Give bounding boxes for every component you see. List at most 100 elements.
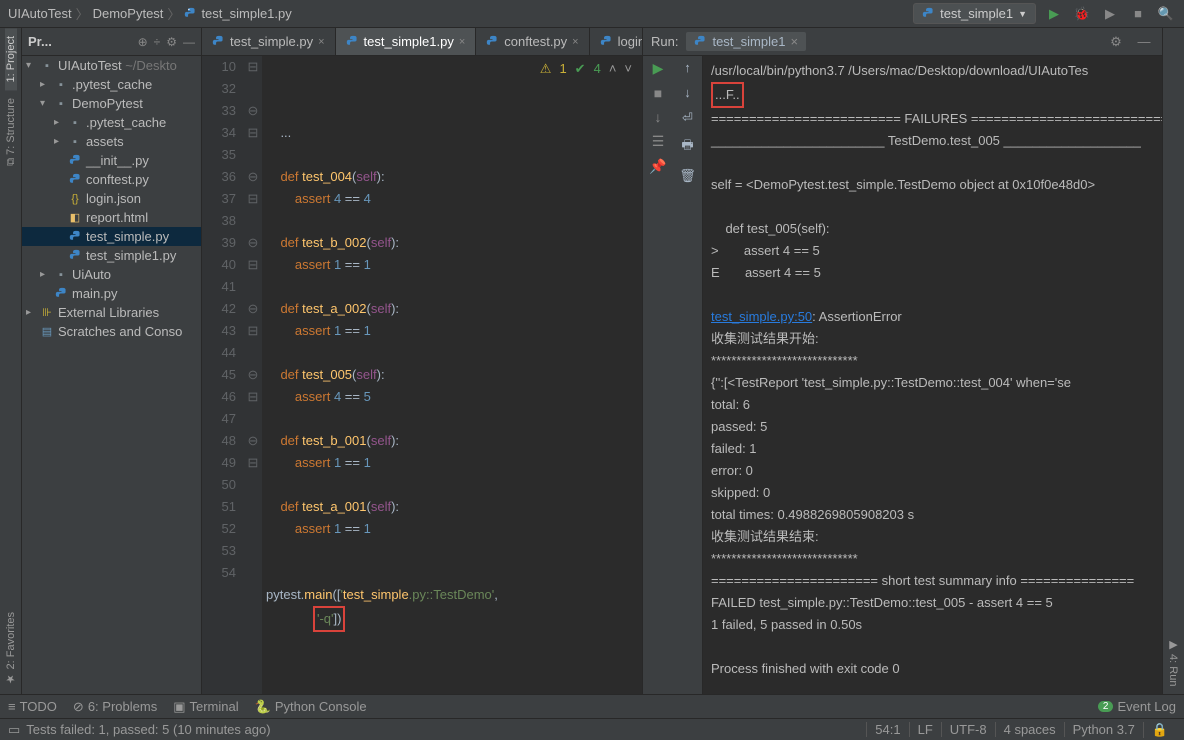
chevron-right-icon: 〉 bbox=[167, 4, 180, 23]
tree-item[interactable]: {}login.json bbox=[22, 189, 201, 208]
breadcrumb[interactable]: UIAutoTest 〉 DemoPytest 〉 test_simple1.p… bbox=[8, 4, 292, 23]
favorites-tool-tab[interactable]: ★ 2: Favorites bbox=[4, 604, 17, 694]
trash-icon[interactable]: 🗑 bbox=[679, 168, 696, 184]
down-arrow-icon[interactable]: ↓ bbox=[684, 85, 691, 100]
folder-icon: ▪ bbox=[68, 135, 82, 149]
tree-item[interactable]: ▸▪UiAuto bbox=[22, 265, 201, 284]
up-arrow-icon[interactable]: ↑ bbox=[684, 60, 691, 75]
line-gutter[interactable]: 1032333435363738394041424344454647484950… bbox=[202, 56, 244, 694]
check-icon: ✔ bbox=[575, 58, 586, 80]
tree-item[interactable]: ▸▪assets bbox=[22, 132, 201, 151]
layout-icon[interactable]: ☰ bbox=[652, 133, 665, 150]
tree-arrow[interactable]: ▾ bbox=[40, 98, 50, 109]
stop-icon[interactable]: ■ bbox=[654, 85, 662, 101]
expand-icon[interactable]: ÷ bbox=[154, 35, 161, 49]
event-log-tab[interactable]: 2 Event Log bbox=[1098, 699, 1176, 714]
editor-tab[interactable]: login.json× bbox=[590, 28, 642, 55]
inspections-widget[interactable]: ⚠1 ✔4 ˄ ˅ bbox=[540, 58, 632, 80]
tree-item-label: test_simple1.py bbox=[86, 248, 176, 263]
scratch-icon: ▤ bbox=[40, 325, 54, 339]
editor-tab[interactable]: test_simple.py× bbox=[202, 28, 336, 55]
tree-arrow[interactable]: ▾ bbox=[26, 60, 36, 71]
editor-area: test_simple.py×test_simple1.py×conftest.… bbox=[202, 28, 642, 694]
gutter-marks[interactable]: ⊟ ⊖⊟ ⊖⊟ ⊖⊟ ⊖⊟ ⊖⊟ ⊖⊟ bbox=[244, 56, 262, 694]
down-icon[interactable]: ˅ bbox=[624, 58, 632, 80]
tree-item[interactable]: test_simple.py bbox=[22, 227, 201, 246]
python-icon bbox=[922, 7, 935, 20]
tab-label: test_simple1.py bbox=[364, 34, 454, 49]
run-tab[interactable]: test_simple1 × bbox=[686, 32, 806, 51]
run-toolbar-1: ▶ ■ ↓ ☰ 📌 bbox=[643, 56, 673, 694]
close-icon[interactable]: × bbox=[318, 36, 324, 48]
gear-icon[interactable]: ⚙ bbox=[1106, 32, 1126, 52]
breadcrumb-file[interactable]: test_simple1.py bbox=[201, 6, 291, 21]
tree-item[interactable]: ▸▪.pytest_cache bbox=[22, 75, 201, 94]
tree-item[interactable]: test_simple1.py bbox=[22, 246, 201, 265]
run-tool-tab[interactable]: ▶ 4: Run bbox=[1167, 630, 1180, 694]
code-area[interactable]: ⚠1 ✔4 ˄ ˅ ... def test_004(self): assert… bbox=[262, 56, 642, 694]
project-tree[interactable]: ▾▪UIAutoTest ~/Deskto▸▪.pytest_cache▾▪De… bbox=[22, 56, 201, 694]
python-file-icon bbox=[68, 249, 82, 263]
search-icon[interactable]: 🔍 bbox=[1156, 4, 1176, 24]
structure-tool-tab[interactable]: ⧉ 7: Structure bbox=[5, 90, 17, 174]
wrap-icon[interactable]: ⏎ bbox=[682, 110, 693, 126]
print-icon[interactable]: 🖶 bbox=[681, 136, 693, 158]
indent[interactable]: 4 spaces bbox=[995, 722, 1064, 737]
top-breadcrumb-bar: UIAutoTest 〉 DemoPytest 〉 test_simple1.p… bbox=[0, 0, 1184, 28]
close-icon[interactable]: × bbox=[459, 36, 465, 48]
tree-item[interactable]: ▾▪DemoPytest bbox=[22, 94, 201, 113]
hide-icon[interactable]: — bbox=[183, 35, 195, 49]
tree-item[interactable]: conftest.py bbox=[22, 170, 201, 189]
status-message: Tests failed: 1, passed: 5 (10 minutes a… bbox=[26, 722, 866, 737]
editor-body[interactable]: 1032333435363738394041424344454647484950… bbox=[202, 56, 642, 694]
gear-icon[interactable]: ⚙ bbox=[166, 35, 177, 49]
tree-item[interactable]: main.py bbox=[22, 284, 201, 303]
coverage-button[interactable]: ▶ bbox=[1100, 4, 1120, 24]
interpreter[interactable]: Python 3.7 bbox=[1064, 722, 1143, 737]
editor-tab[interactable]: conftest.py× bbox=[476, 28, 589, 55]
tree-arrow[interactable]: ▸ bbox=[26, 307, 36, 318]
tree-arrow[interactable]: ▸ bbox=[40, 79, 50, 90]
close-icon[interactable]: × bbox=[790, 34, 798, 49]
editor-tab[interactable]: test_simple1.py × bbox=[336, 28, 477, 55]
tree-item[interactable]: ◧report.html bbox=[22, 208, 201, 227]
project-tool-tab[interactable]: 1: Project bbox=[5, 28, 17, 90]
rerun-icon[interactable]: ▶ bbox=[653, 60, 664, 77]
lock-icon[interactable]: 🔒 bbox=[1143, 722, 1176, 738]
caret-position[interactable]: 54:1 bbox=[866, 722, 908, 737]
terminal-tab[interactable]: ▣ Terminal bbox=[173, 699, 238, 715]
pin-icon[interactable]: 📌 bbox=[649, 158, 666, 175]
close-icon[interactable]: × bbox=[572, 36, 578, 48]
python-file-icon bbox=[68, 173, 82, 187]
tree-arrow[interactable]: ▸ bbox=[54, 136, 64, 147]
tree-item-label: UiAuto bbox=[72, 267, 111, 282]
todo-tab[interactable]: ≡ TODO bbox=[8, 699, 57, 714]
debug-button[interactable]: 🐞 bbox=[1072, 4, 1092, 24]
chevron-right-icon: 〉 bbox=[76, 4, 89, 23]
line-separator[interactable]: LF bbox=[909, 722, 941, 737]
tree-arrow[interactable]: ▸ bbox=[54, 117, 64, 128]
breadcrumb-root[interactable]: UIAutoTest bbox=[8, 6, 72, 21]
tree-arrow[interactable]: ▸ bbox=[40, 269, 50, 280]
hide-icon[interactable]: — bbox=[1134, 32, 1154, 52]
tree-item-label: .pytest_cache bbox=[72, 77, 152, 92]
console-output[interactable]: /usr/local/bin/python3.7 /Users/mac/Desk… bbox=[703, 56, 1162, 694]
python-console-tab[interactable]: 🐍 Python Console bbox=[255, 699, 367, 715]
folder-icon: ▪ bbox=[40, 59, 54, 73]
json-file-icon: {} bbox=[68, 192, 82, 206]
down-icon[interactable]: ↓ bbox=[655, 109, 662, 125]
python-file-icon bbox=[54, 287, 68, 301]
problems-tab[interactable]: ⊘ 6: Problems bbox=[73, 699, 157, 715]
breadcrumb-folder[interactable]: DemoPytest bbox=[93, 6, 164, 21]
run-configuration[interactable]: test_simple1 ▼ bbox=[913, 3, 1036, 24]
encoding[interactable]: UTF-8 bbox=[941, 722, 995, 737]
tree-item[interactable]: __init__.py bbox=[22, 151, 201, 170]
target-icon[interactable]: ⊕ bbox=[138, 35, 148, 49]
stop-button[interactable]: ■ bbox=[1128, 4, 1148, 24]
run-button[interactable]: ▶ bbox=[1044, 4, 1064, 24]
up-icon[interactable]: ˄ bbox=[609, 58, 617, 80]
tree-item[interactable]: ▸▪.pytest_cache bbox=[22, 113, 201, 132]
tree-item[interactable]: ▸⊪External Libraries bbox=[22, 303, 201, 322]
tree-item[interactable]: ▾▪UIAutoTest ~/Deskto bbox=[22, 56, 201, 75]
tree-item[interactable]: ▤Scratches and Conso bbox=[22, 322, 201, 341]
